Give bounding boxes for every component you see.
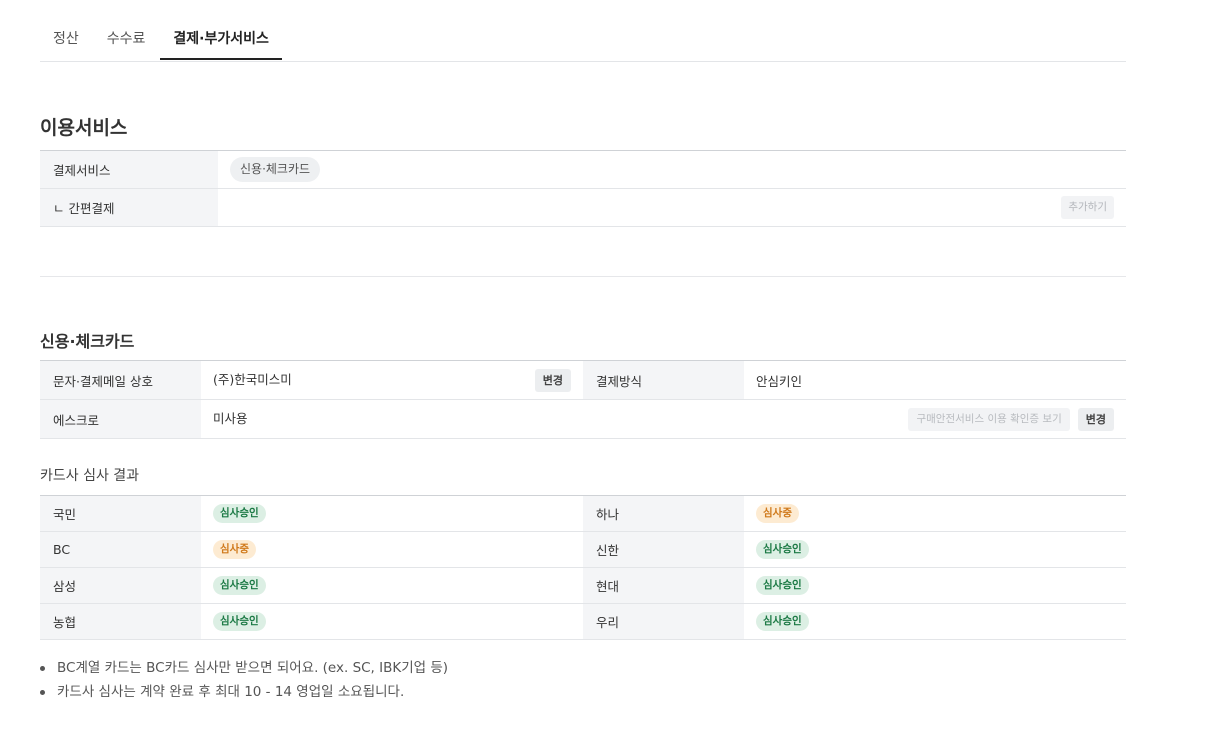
payment-method-label: 결제방식 bbox=[583, 360, 744, 400]
card-company-name: 신한 bbox=[583, 531, 744, 568]
review-status-cell: 심사승인 bbox=[201, 567, 583, 604]
card-company-name: BC bbox=[40, 531, 201, 568]
review-status-cell: 심사중 bbox=[744, 495, 1126, 532]
tab-payment-services[interactable]: 결제·부가서비스 bbox=[160, 22, 282, 60]
review-result-title: 카드사 심사 결과 bbox=[40, 468, 140, 484]
status-badge: 심사승인 bbox=[756, 540, 809, 559]
status-badge: 심사승인 bbox=[213, 504, 266, 523]
change-merchant-name-button[interactable]: 변경 bbox=[534, 368, 571, 392]
change-escrow-button[interactable]: 변경 bbox=[1077, 407, 1114, 431]
status-badge: 심사승인 bbox=[213, 612, 266, 631]
table-row: ㄴ 간편결제 추가하기 bbox=[40, 188, 1126, 227]
notes-list: BC계열 카드는 BC카드 심사만 받으면 되어요. (ex. SC, IBK기… bbox=[40, 656, 448, 704]
escrow-cell: 미사용 변경 구매안전서비스 이용 확인증 보기 bbox=[201, 399, 1126, 439]
escrow-value: 미사용 bbox=[213, 410, 248, 426]
easy-pay-label: ㄴ 간편결제 bbox=[40, 188, 218, 227]
table-row: 삼성 심사승인 현대 심사승인 bbox=[40, 567, 1126, 604]
status-badge: 심사승인 bbox=[756, 612, 809, 631]
tab-bar: 정산 수수료 결제·부가서비스 bbox=[40, 22, 1126, 62]
review-status-cell: 심사승인 bbox=[201, 603, 583, 640]
tab-fees[interactable]: 수수료 bbox=[94, 22, 159, 60]
payment-method-value: 안심키인 bbox=[744, 360, 1126, 400]
status-badge: 심사승인 bbox=[213, 576, 266, 595]
card-company-name: 삼성 bbox=[40, 567, 201, 604]
card-company-name: 현대 bbox=[583, 567, 744, 604]
table-row: 국민 심사승인 하나 심사중 bbox=[40, 495, 1126, 532]
card-review-table: 국민 심사승인 하나 심사중 BC 심사중 신한 심사승인 삼성 심사승인 현대 심사승인 농협 심사승인… bbox=[40, 495, 1126, 640]
services-table: 결제서비스 신용·체크카드 ㄴ 간편결제 추가하기 bbox=[40, 150, 1126, 227]
section-divider bbox=[40, 276, 1126, 277]
card-settings-table: 문자·결제메일 상호 (주)한국미스미 변경 결제방식 안심키인 에스크로 미사… bbox=[40, 360, 1126, 439]
table-row: 문자·결제메일 상호 (주)한국미스미 변경 결제방식 안심키인 bbox=[40, 360, 1126, 400]
merchant-name-cell: (주)한국미스미 변경 bbox=[201, 360, 583, 400]
add-easy-pay-button[interactable]: 추가하기 bbox=[1061, 196, 1114, 219]
status-badge: 심사중 bbox=[213, 540, 256, 559]
easy-pay-value-cell: 추가하기 bbox=[218, 188, 1126, 227]
services-section-title: 이용서비스 bbox=[40, 117, 128, 139]
payment-service-label: 결제서비스 bbox=[40, 150, 218, 189]
card-company-name: 하나 bbox=[583, 495, 744, 532]
merchant-name-label: 문자·결제메일 상호 bbox=[40, 360, 201, 400]
status-badge: 심사중 bbox=[756, 504, 799, 523]
escrow-certificate-button[interactable]: 구매안전서비스 이용 확인증 보기 bbox=[908, 407, 1070, 431]
card-company-name: 농협 bbox=[40, 603, 201, 640]
table-row: 농협 심사승인 우리 심사승인 bbox=[40, 603, 1126, 640]
status-badge: 심사승인 bbox=[756, 576, 809, 595]
table-row: 결제서비스 신용·체크카드 bbox=[40, 150, 1126, 189]
list-item: BC계열 카드는 BC카드 심사만 받으면 되어요. (ex. SC, IBK기… bbox=[40, 656, 448, 680]
table-row: 에스크로 미사용 변경 구매안전서비스 이용 확인증 보기 bbox=[40, 399, 1126, 439]
payment-service-value-cell: 신용·체크카드 bbox=[218, 150, 1126, 189]
card-company-name: 국민 bbox=[40, 495, 201, 532]
review-status-cell: 심사승인 bbox=[744, 567, 1126, 604]
payment-service-chip: 신용·체크카드 bbox=[230, 157, 321, 182]
tab-settlement[interactable]: 정산 bbox=[40, 22, 92, 60]
card-company-name: 우리 bbox=[583, 603, 744, 640]
review-status-cell: 심사승인 bbox=[201, 495, 583, 532]
review-status-cell: 심사승인 bbox=[744, 531, 1126, 568]
list-item: 카드사 심사는 계약 완료 후 최대 10 - 14 영업일 소요됩니다. bbox=[40, 680, 448, 704]
review-status-cell: 심사중 bbox=[201, 531, 583, 568]
escrow-label: 에스크로 bbox=[40, 399, 201, 439]
card-section-title: 신용·체크카드 bbox=[40, 332, 135, 351]
table-row: BC 심사중 신한 심사승인 bbox=[40, 531, 1126, 568]
review-status-cell: 심사승인 bbox=[744, 603, 1126, 640]
merchant-name-value: (주)한국미스미 bbox=[213, 371, 292, 387]
